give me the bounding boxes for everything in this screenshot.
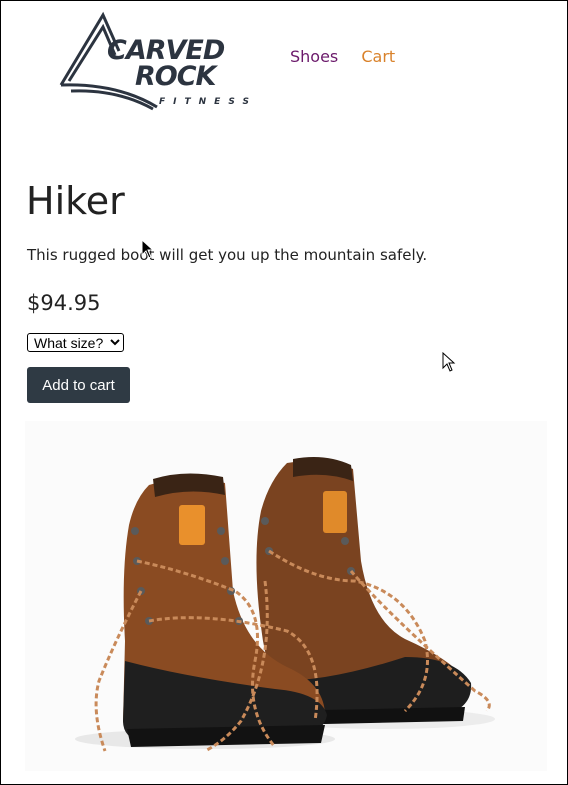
nav-link-cart[interactable]: Cart (361, 47, 395, 66)
mouse-cursor-icon (442, 352, 456, 372)
product-description: This rugged boot will get you up the mou… (27, 246, 428, 264)
product-title: Hiker (26, 179, 125, 223)
size-select[interactable]: What size? (27, 333, 124, 352)
svg-text:ROCK: ROCK (135, 61, 219, 92)
hiking-boots-image (25, 421, 547, 771)
mouse-cursor-icon (141, 239, 155, 259)
nav-link-shoes[interactable]: Shoes (290, 47, 338, 66)
product-price: $94.95 (27, 291, 101, 315)
main-nav: Shoes Cart (290, 47, 413, 66)
carved-rock-logo[interactable]: CARVED ROCK FITNESS (57, 11, 267, 111)
svg-text:FITNESS: FITNESS (159, 97, 257, 107)
page-frame: CARVED ROCK FITNESS Shoes Cart Hiker Thi… (0, 0, 568, 785)
add-to-cart-button[interactable]: Add to cart (27, 367, 130, 403)
